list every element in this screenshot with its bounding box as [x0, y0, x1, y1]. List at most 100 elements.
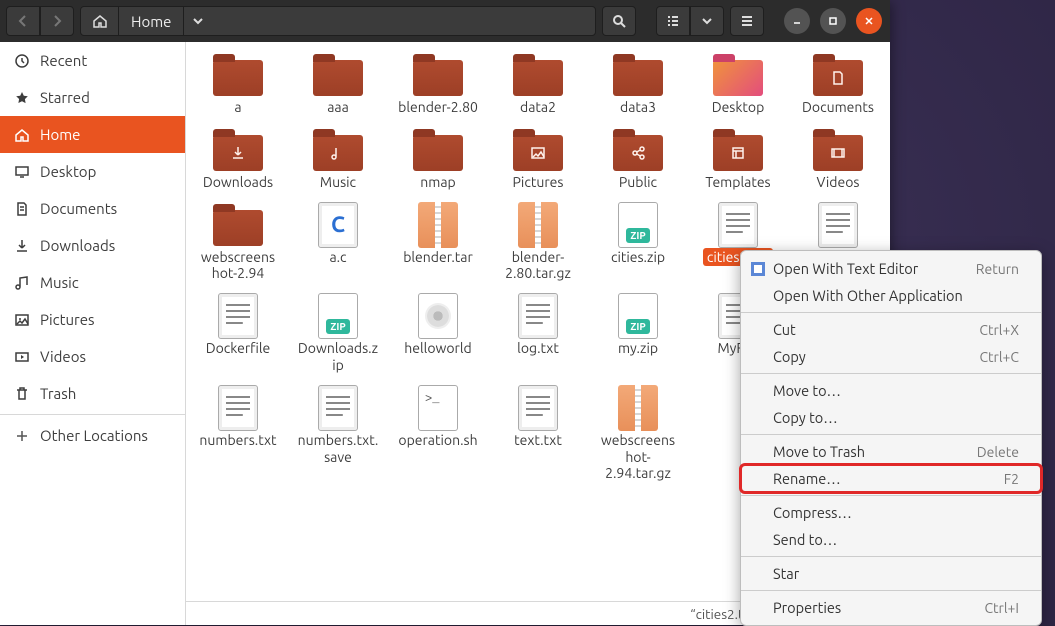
context-menu-item[interactable]: Move to…	[741, 377, 1041, 404]
path-dropdown[interactable]	[183, 7, 211, 35]
context-menu-item[interactable]: CutCtrl+X	[741, 316, 1041, 343]
file-item[interactable]: webscreenshot-2.94	[188, 200, 288, 288]
file-label: Downloads.zip	[293, 339, 383, 375]
file-label: text.txt	[510, 431, 566, 450]
context-menu-item[interactable]: Rename…F2	[741, 465, 1041, 492]
file-item[interactable]: aaa	[288, 50, 388, 121]
folder-icon	[413, 135, 463, 171]
close-button[interactable]	[856, 8, 882, 34]
context-menu-item[interactable]: Send to…	[741, 526, 1041, 553]
sidebar-separator	[0, 414, 185, 415]
text-file-icon	[718, 202, 758, 248]
view-list-button[interactable]	[656, 6, 690, 36]
file-item[interactable]: blender-2.80.tar.gz	[488, 200, 588, 288]
file-item[interactable]: Downloads	[188, 125, 288, 196]
view-dropdown-button[interactable]	[690, 6, 724, 36]
sidebar-item-label: Videos	[40, 348, 86, 365]
context-menu-item[interactable]: Open With Text EditorReturn	[741, 255, 1041, 282]
context-menu-item[interactable]: Move to TrashDelete	[741, 438, 1041, 465]
context-menu-item[interactable]: PropertiesCtrl+I	[741, 594, 1041, 621]
pathbar[interactable]: Home	[80, 6, 596, 36]
pictures-icon	[14, 312, 30, 328]
file-item[interactable]: numbers.txt	[188, 383, 288, 487]
forward-button[interactable]	[40, 6, 74, 36]
videos-icon	[14, 349, 30, 365]
file-label: nmap	[416, 173, 459, 192]
context-menu-item[interactable]: Compress…	[741, 499, 1041, 526]
context-menu-item[interactable]: Open With Other Application	[741, 282, 1041, 309]
maximize-button[interactable]	[820, 8, 846, 34]
minimize-button[interactable]	[784, 8, 810, 34]
file-label: Dockerfile	[202, 339, 275, 358]
file-label: webscreenshot-2.94	[193, 248, 283, 284]
context-menu-label: Open With Text Editor	[773, 260, 918, 277]
file-item[interactable]: >_operation.sh	[388, 383, 488, 487]
file-item[interactable]: data2	[488, 50, 588, 121]
context-menu-item[interactable]: Star	[741, 560, 1041, 587]
file-item[interactable]: text.txt	[488, 383, 588, 487]
sidebar-item-trash[interactable]: Trash	[0, 375, 185, 412]
binary-icon	[418, 293, 458, 339]
file-item[interactable]: ZIPDownloads.zip	[288, 291, 388, 379]
file-label: Desktop	[708, 98, 769, 117]
archive-icon	[418, 202, 458, 248]
sidebar-item-label: Home	[40, 126, 80, 143]
hamburger-menu-button[interactable]	[730, 6, 764, 36]
file-item[interactable]: Dockerfile	[188, 291, 288, 379]
file-item[interactable]: Templates	[688, 125, 788, 196]
sidebar-item-downloads[interactable]: Downloads	[0, 227, 185, 264]
file-item[interactable]: numbers.txt.save	[288, 383, 388, 487]
path-home-icon[interactable]	[81, 7, 119, 35]
plus-icon	[14, 428, 30, 444]
context-menu-label: Cut	[773, 321, 796, 338]
file-item[interactable]: a	[188, 50, 288, 121]
context-menu-separator	[741, 312, 1041, 313]
file-item[interactable]: Public	[588, 125, 688, 196]
file-item[interactable]: ZIPmy.zip	[588, 291, 688, 379]
sidebar-item-desktop[interactable]: Desktop	[0, 153, 185, 190]
context-menu-item[interactable]: Copy to…	[741, 404, 1041, 431]
context-menu-label: Open With Other Application	[773, 287, 963, 304]
folder-icon	[413, 60, 463, 96]
context-menu-label: Move to…	[773, 382, 841, 399]
folder-icon	[213, 135, 263, 171]
file-item[interactable]: blender-2.80	[388, 50, 488, 121]
file-item[interactable]: nmap	[388, 125, 488, 196]
file-item[interactable]: log.txt	[488, 291, 588, 379]
file-item[interactable]: Ca.c	[288, 200, 388, 288]
file-item[interactable]: Pictures	[488, 125, 588, 196]
folder-icon	[613, 60, 663, 96]
file-item[interactable]: webscreenshot-2.94.tar.gz	[588, 383, 688, 487]
search-button[interactable]	[602, 6, 636, 36]
sidebar-item-label: Trash	[40, 385, 76, 402]
file-label: blender.tar	[399, 248, 477, 267]
context-menu-item[interactable]: CopyCtrl+C	[741, 343, 1041, 370]
file-item[interactable]: Videos	[788, 125, 888, 196]
file-item[interactable]: ZIPcities.zip	[588, 200, 688, 288]
file-item[interactable]: Desktop	[688, 50, 788, 121]
text-file-icon	[218, 385, 258, 431]
file-label: blender-2.80.tar.gz	[493, 248, 583, 284]
titlebar: Home	[0, 0, 890, 42]
file-label: operation.sh	[394, 431, 481, 450]
file-item[interactable]: Music	[288, 125, 388, 196]
context-menu-label: Send to…	[773, 531, 837, 548]
sidebar-item-documents[interactable]: Documents	[0, 190, 185, 227]
folder-icon	[813, 135, 863, 171]
back-button[interactable]	[6, 6, 40, 36]
sidebar-item-starred[interactable]: Starred	[0, 79, 185, 116]
file-label: Pictures	[509, 173, 568, 192]
sidebar-item-recent[interactable]: Recent	[0, 42, 185, 79]
file-item[interactable]: data3	[588, 50, 688, 121]
context-menu-separator	[741, 495, 1041, 496]
sidebar-item-pictures[interactable]: Pictures	[0, 301, 185, 338]
music-icon	[14, 275, 30, 291]
file-item[interactable]: blender.tar	[388, 200, 488, 288]
file-item[interactable]: Documents	[788, 50, 888, 121]
path-segment-home[interactable]: Home	[119, 7, 183, 35]
sidebar-item-home[interactable]: Home	[0, 116, 185, 153]
sidebar-item-videos[interactable]: Videos	[0, 338, 185, 375]
file-item[interactable]: helloworld	[388, 291, 488, 379]
sidebar-item-music[interactable]: Music	[0, 264, 185, 301]
sidebar-other-locations[interactable]: Other Locations	[0, 417, 185, 454]
